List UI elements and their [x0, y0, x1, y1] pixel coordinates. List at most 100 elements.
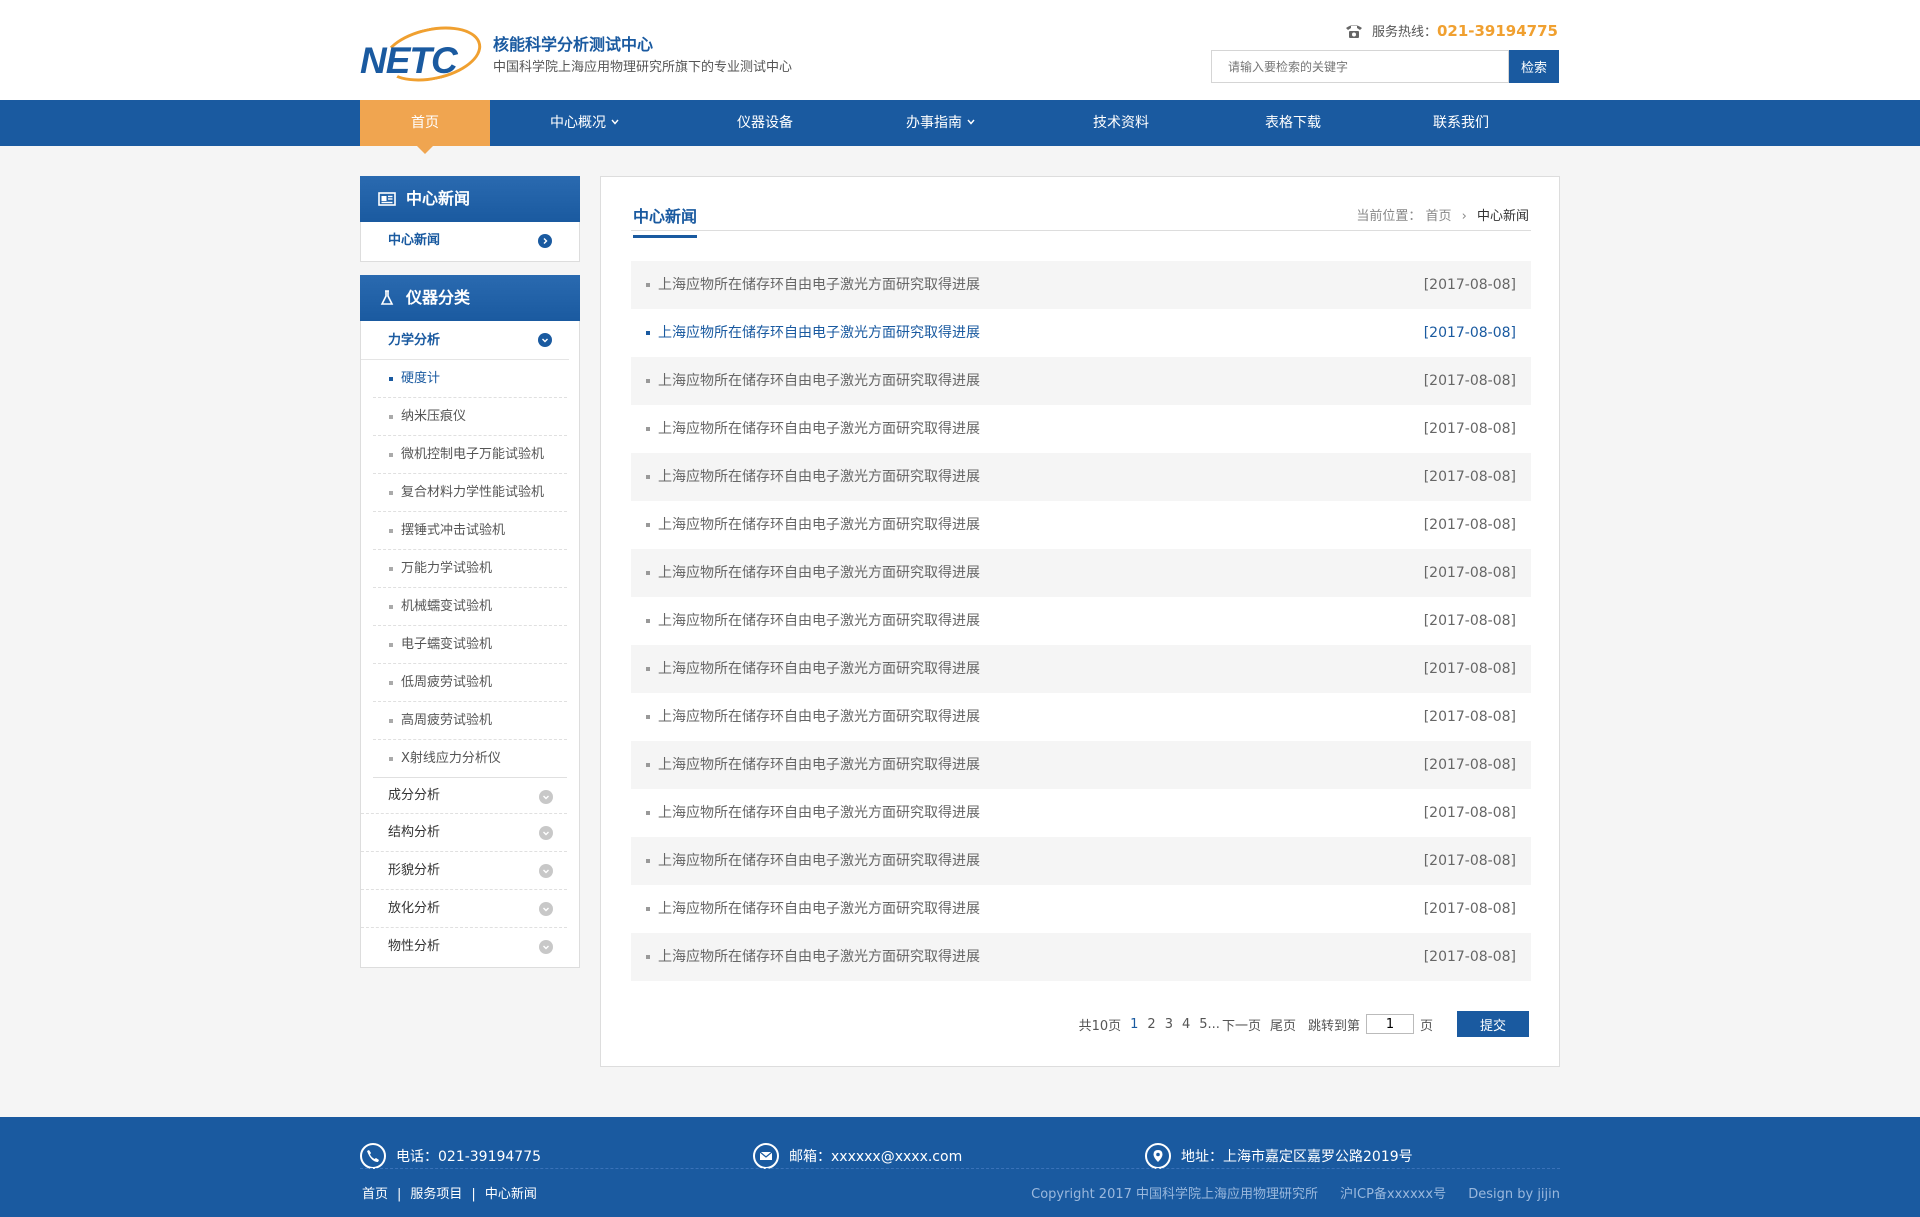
news-item[interactable]: 上海应物所在储存环自由电子激光方面研究取得进展 [2017-08-08]: [631, 405, 1531, 453]
chevron-down-icon: [539, 940, 553, 954]
pager-page-1[interactable]: 1: [1130, 1017, 1138, 1032]
sub-item-mechanical-creep[interactable]: 机械蠕变试验机: [373, 588, 567, 626]
chevron-right-icon: [538, 234, 552, 248]
news-date: [2017-08-08]: [1423, 469, 1516, 485]
news-item[interactable]: 上海应物所在储存环自由电子激光方面研究取得进展 [2017-08-08]: [631, 261, 1531, 309]
site-footer: 电话：021-39194775 邮箱：xxxxxx@xxxx.com 地址：上海…: [0, 1117, 1920, 1217]
pager-page-4[interactable]: 4: [1182, 1017, 1190, 1032]
news-item[interactable]: 上海应物所在储存环自由电子激光方面研究取得进展 [2017-08-08]: [631, 309, 1531, 357]
news-item[interactable]: 上海应物所在储存环自由电子激光方面研究取得进展 [2017-08-08]: [631, 501, 1531, 549]
pager-submit-button[interactable]: 提交: [1457, 1011, 1529, 1037]
copyright-text: Copyright 2017 中国科学院上海应用物理研究所: [1031, 1187, 1319, 1202]
pager-last[interactable]: 尾页: [1270, 1015, 1296, 1034]
nav-instruments-label: 仪器设备: [737, 115, 793, 131]
news-item[interactable]: 上海应物所在储存环自由电子激光方面研究取得进展 [2017-08-08]: [631, 357, 1531, 405]
news-title: 上海应物所在储存环自由电子激光方面研究取得进展: [658, 373, 980, 389]
hotline-number: 021-39194775: [1436, 21, 1558, 40]
pager-jump-input[interactable]: [1365, 1014, 1414, 1034]
footer-links: 首页 | 服务项目 | 中心新闻: [362, 1183, 537, 1202]
hotline: 服务热线： 021-39194775: [1344, 21, 1558, 40]
footer-divider: [360, 1168, 1560, 1169]
sidebar-category-box: 力学分析 硬度计 纳米压痕仪 微机控制电子万能试验机 复合材料力学性能试验机 摆…: [360, 321, 580, 968]
category-label: 放化分析: [388, 901, 441, 916]
news-title: 上海应物所在储存环自由电子激光方面研究取得进展: [658, 709, 980, 725]
news-item[interactable]: 上海应物所在储存环自由电子激光方面研究取得进展 [2017-08-08]: [631, 693, 1531, 741]
news-item[interactable]: 上海应物所在储存环自由电子激光方面研究取得进展 [2017-08-08]: [631, 933, 1531, 981]
category-physical[interactable]: 物性分析: [361, 928, 567, 966]
news-item[interactable]: 上海应物所在储存环自由电子激光方面研究取得进展 [2017-08-08]: [631, 885, 1531, 933]
news-item[interactable]: 上海应物所在储存环自由电子激光方面研究取得进展 [2017-08-08]: [631, 597, 1531, 645]
news-title: 上海应物所在储存环自由电子激光方面研究取得进展: [658, 661, 980, 677]
sub-item-low-cycle-fatigue[interactable]: 低周疲劳试验机: [373, 664, 567, 702]
category-label: 形貌分析: [388, 863, 441, 878]
category-label: 成分分析: [388, 788, 441, 803]
sub-item-composite-tester[interactable]: 复合材料力学性能试验机: [373, 474, 567, 512]
breadcrumb: 当前位置： 首页 › 中心新闻: [1356, 205, 1529, 224]
category-label: 结构分析: [388, 825, 441, 840]
news-item[interactable]: 上海应物所在储存环自由电子激光方面研究取得进展 [2017-08-08]: [631, 549, 1531, 597]
sub-item-universal-tester[interactable]: 微机控制电子万能试验机: [373, 436, 567, 474]
telephone-icon: [1345, 24, 1362, 38]
sub-item-electronic-creep[interactable]: 电子蠕变试验机: [373, 626, 567, 664]
news-title: 上海应物所在储存环自由电子激光方面研究取得进展: [658, 565, 980, 581]
nav-downloads-label: 表格下载: [1265, 115, 1321, 131]
design-credit: Design by jijin: [1468, 1187, 1560, 1202]
nav-contact[interactable]: 联系我们: [1396, 100, 1526, 146]
news-item[interactable]: 上海应物所在储存环自由电子激光方面研究取得进展 [2017-08-08]: [631, 789, 1531, 837]
news-date: [2017-08-08]: [1423, 613, 1516, 629]
news-date: [2017-08-08]: [1423, 277, 1516, 293]
nav-instruments[interactable]: 仪器设备: [700, 100, 830, 146]
breadcrumb-separator: ›: [1461, 209, 1467, 224]
sub-item-high-cycle-fatigue[interactable]: 高周疲劳试验机: [373, 702, 567, 740]
category-morphology[interactable]: 形貌分析: [361, 852, 567, 890]
nav-downloads[interactable]: 表格下载: [1228, 100, 1358, 146]
nav-home[interactable]: 首页: [360, 100, 490, 154]
news-item[interactable]: 上海应物所在储存环自由电子激光方面研究取得进展 [2017-08-08]: [631, 837, 1531, 885]
category-structure[interactable]: 结构分析: [361, 814, 567, 852]
news-date: [2017-08-08]: [1423, 757, 1516, 773]
icp-number[interactable]: 沪ICP备xxxxxx号: [1340, 1187, 1446, 1202]
footer-link-news[interactable]: 中心新闻: [485, 1187, 537, 1202]
sub-item-nano-indenter[interactable]: 纳米压痕仪: [373, 398, 567, 436]
nav-contact-label: 联系我们: [1433, 115, 1489, 131]
sub-item-xray-stress[interactable]: X射线应力分析仪: [373, 740, 567, 778]
search-input[interactable]: [1211, 50, 1509, 83]
news-item[interactable]: 上海应物所在储存环自由电子激光方面研究取得进展 [2017-08-08]: [631, 741, 1531, 789]
nav-guide[interactable]: 办事指南: [876, 100, 1006, 146]
sidebar-item-news[interactable]: 中心新闻: [361, 222, 569, 259]
nav-overview-label: 中心概况: [550, 115, 606, 131]
nav-tech-docs-label: 技术资料: [1093, 115, 1149, 131]
search-button[interactable]: 检索: [1509, 50, 1559, 83]
news-title: 上海应物所在储存环自由电子激光方面研究取得进展: [658, 853, 980, 869]
category-mechanics[interactable]: 力学分析: [361, 321, 569, 360]
nav-overview[interactable]: 中心概况: [520, 100, 650, 146]
site-header: NETC 核能科学分析测试中心 中国科学院上海应用物理研究所旗下的专业测试中心 …: [0, 0, 1920, 100]
chevron-down-icon: [539, 826, 553, 840]
news-item[interactable]: 上海应物所在储存环自由电子激光方面研究取得进展 [2017-08-08]: [631, 645, 1531, 693]
breadcrumb-home[interactable]: 首页: [1425, 209, 1451, 224]
pager-page-5[interactable]: 5: [1199, 1017, 1207, 1032]
site-logo[interactable]: NETC: [360, 18, 487, 90]
pager-next[interactable]: 下一页: [1222, 1015, 1261, 1034]
category-radiochemistry[interactable]: 放化分析: [361, 890, 567, 928]
flask-icon: [380, 290, 394, 305]
news-title: 上海应物所在储存环自由电子激光方面研究取得进展: [658, 517, 980, 533]
footer-copyright: Copyright 2017 中国科学院上海应用物理研究所 沪ICP备xxxxx…: [1031, 1183, 1560, 1202]
pager-page-3[interactable]: 3: [1165, 1017, 1173, 1032]
footer-email: 邮箱：xxxxxx@xxxx.com: [753, 1143, 962, 1169]
sub-item-universal-mechanics[interactable]: 万能力学试验机: [373, 550, 567, 588]
chevron-down-icon: [538, 333, 552, 347]
news-item[interactable]: 上海应物所在储存环自由电子激光方面研究取得进展 [2017-08-08]: [631, 453, 1531, 501]
location-pin-icon: [1145, 1143, 1171, 1169]
news-title: 上海应物所在储存环自由电子激光方面研究取得进展: [658, 277, 980, 293]
category-composition[interactable]: 成分分析: [361, 778, 567, 814]
footer-link-services[interactable]: 服务项目: [410, 1187, 462, 1202]
footer-email-text[interactable]: 邮箱：xxxxxx@xxxx.com: [789, 1146, 962, 1166]
sub-item-pendulum-impact[interactable]: 摆锤式冲击试验机: [373, 512, 567, 550]
footer-link-home[interactable]: 首页: [362, 1187, 388, 1202]
chevron-down-icon: [539, 790, 553, 804]
sub-item-hardness-tester[interactable]: 硬度计: [373, 360, 567, 398]
nav-tech-docs[interactable]: 技术资料: [1056, 100, 1186, 146]
sidebar-news-title: 中心新闻: [406, 189, 471, 208]
pager-page-2[interactable]: 2: [1147, 1017, 1155, 1032]
